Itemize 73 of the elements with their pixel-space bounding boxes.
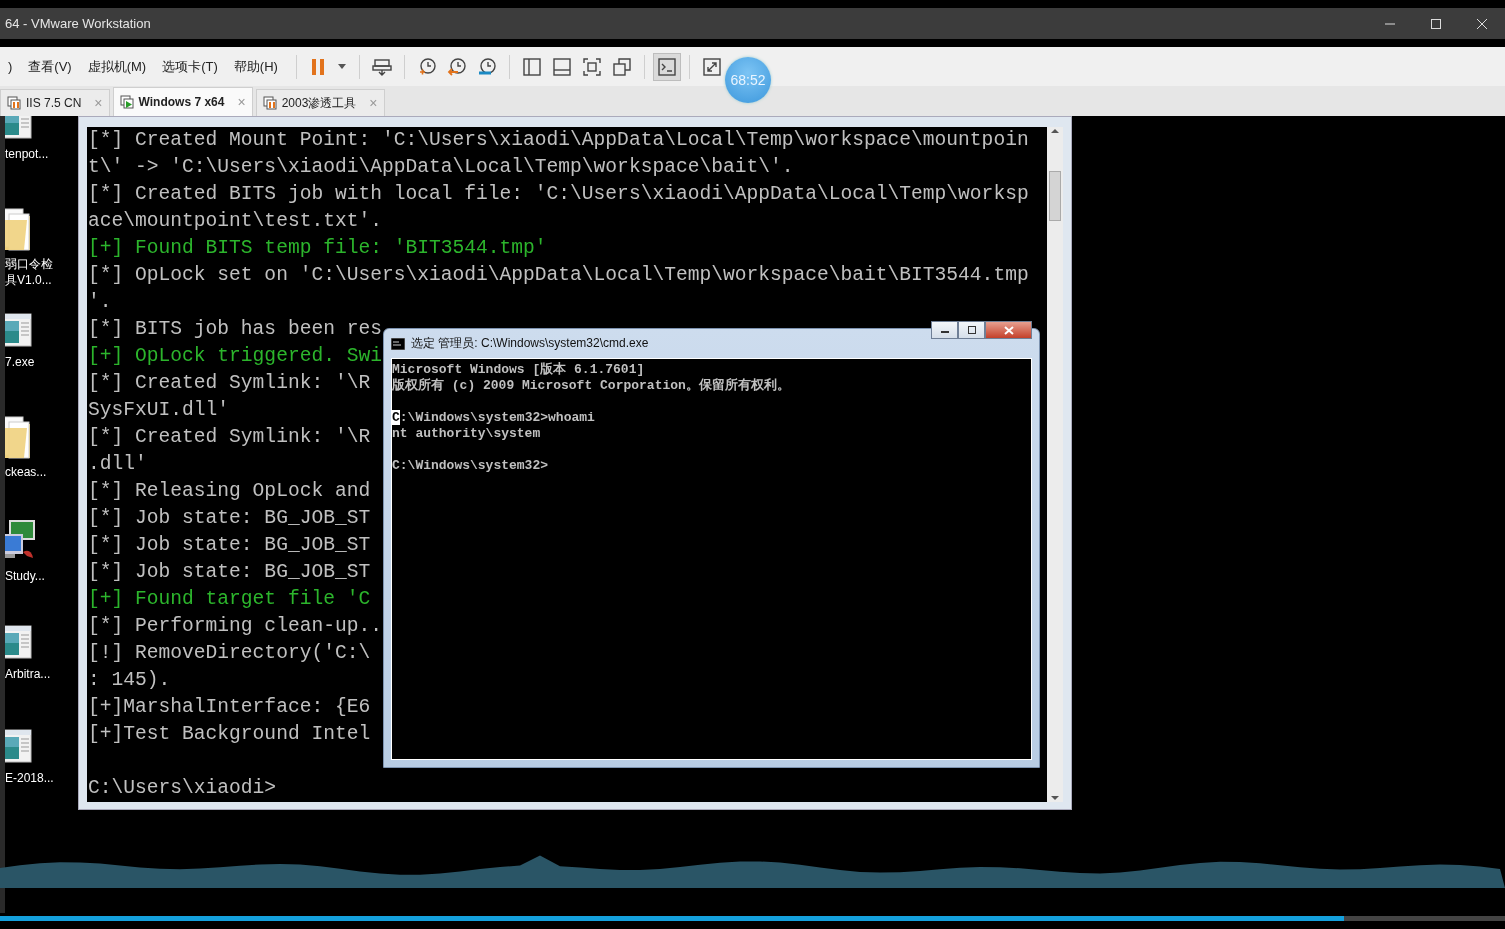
overlapping-windows-icon <box>611 56 632 77</box>
scroll-up-icon[interactable] <box>1050 127 1060 135</box>
clock-bar-icon <box>476 56 497 77</box>
console-line: [*] Created BITS job with local file: 'C:\Users\xiaodi\AppData\Local\Temp\worksp <box>88 183 1029 205</box>
vm-icon <box>262 96 277 110</box>
console-line: [!] RemoveDirectory('C:\ <box>88 642 371 664</box>
console-line: [*] Created Symlink: '\R <box>88 426 371 448</box>
console-line: [*] Releasing OpLock and <box>88 480 371 502</box>
console-line: 版权所有 (c) 2009 Microsoft Corporation。保留所有权利。 <box>392 378 790 393</box>
maximize-icon <box>966 326 977 334</box>
vm-tab[interactable]: IIS 7.5 CN × <box>0 89 110 116</box>
console-line: [+] Found BITS temp file: 'BIT3544.tmp' <box>88 237 547 259</box>
toolbar-button[interactable] <box>652 52 681 81</box>
desktop-icon-label[interactable]: E-2018... <box>5 770 54 786</box>
desktop-icon-label[interactable]: Arbitra... <box>5 666 51 682</box>
vm-icon <box>119 95 134 109</box>
scrollbar[interactable] <box>1047 127 1063 802</box>
console-line: : 145). <box>88 669 171 691</box>
terminal-icon <box>391 337 405 350</box>
console-line: [+] Found target file 'C <box>88 588 371 610</box>
console-line: C:\Users\xiaodi> <box>88 777 277 799</box>
window-title: 64 - VMware Workstation <box>5 16 152 31</box>
console-line: [*] Job state: BG_JOB_ST <box>88 507 371 529</box>
scroll-down-icon[interactable] <box>1050 794 1060 802</box>
console-line: C:\Windows\system32> <box>392 458 549 473</box>
scrollbar-thumb[interactable] <box>1049 171 1061 221</box>
console-line: ace\mountpoint\test.txt'. <box>88 210 382 232</box>
console-line: [*] BITS job has been res <box>88 318 382 340</box>
console-line: [*] Performing clean-up.. <box>88 615 382 637</box>
desktop-icon-label[interactable]: Study... <box>5 568 45 584</box>
console-line: '. <box>88 291 112 313</box>
menu-item[interactable]: 选项卡(T) <box>154 57 226 76</box>
close-button[interactable] <box>985 321 1032 339</box>
close-icon <box>1476 17 1488 30</box>
console-line: [+] OpLock triggered. Swi <box>88 345 382 367</box>
terminal-icon <box>656 56 677 77</box>
fullscreen-icon <box>581 56 602 77</box>
vm-icon <box>7 96 21 110</box>
clock-arrow-icon <box>446 56 467 77</box>
console-line: [*] Job state: BG_JOB_ST <box>88 561 371 583</box>
close-icon <box>1003 325 1014 335</box>
console-line: [*] Created Mount Point: 'C:\Users\xiaodi\AppData\Local\Temp\workspace\mountpoin <box>88 129 1029 151</box>
console-line: .dll' <box>88 453 147 475</box>
desktop-icon-label[interactable]: tenpot... <box>5 146 49 162</box>
resize-icon <box>701 56 722 77</box>
keyboard-arrow-icon <box>371 56 392 77</box>
console-line: [+]Test Background Intel <box>88 723 371 745</box>
console-line: [*] Job state: BG_JOB_ST <box>88 534 371 556</box>
vm-tab[interactable]: 2003渗透工具 × <box>255 89 385 116</box>
vm-tab[interactable]: Windows 7 x64 × <box>112 87 253 116</box>
sidebar-icon <box>521 56 542 77</box>
menu-item[interactable]: 查看(V) <box>20 57 80 76</box>
console-line: [*] Created Symlink: '\R <box>88 372 371 394</box>
maximize-button[interactable] <box>958 321 985 339</box>
window-title: 选定 管理员: C:\Windows\system32\cmd.exe <box>411 335 650 352</box>
caret-icon[interactable] <box>337 64 346 69</box>
maximize-icon <box>1430 17 1442 30</box>
progress-bar[interactable] <box>0 916 1505 921</box>
desktop-icon-label[interactable]: ckeas... <box>5 464 47 480</box>
panel-icon <box>551 56 572 77</box>
desktop-icon-label[interactable]: 弱口令检 具V1.0... <box>5 256 53 288</box>
console-line: [+]MarshalInterface: {E6 <box>88 696 371 718</box>
console-line: Microsoft Windows [版本 6.1.7601] <box>392 362 645 377</box>
console-line: nt authority\system <box>392 426 541 441</box>
minimize-button[interactable] <box>931 321 958 339</box>
menu-item[interactable]: 虚拟机(M) <box>79 57 155 76</box>
menu-item[interactable]: ) <box>0 59 21 74</box>
menu-item[interactable]: 帮助(H) <box>225 57 286 76</box>
console-line: SysFxUI.dll' <box>88 399 230 421</box>
desktop-icon-label[interactable]: 7.exe <box>5 354 35 370</box>
console-line: t\' -> 'C:\Users\xiaodi\AppData\Local\Temp\workspace\bait\'. <box>88 156 794 178</box>
timer-badge: 68:52 <box>725 57 771 103</box>
console-line: [*] OpLock set on 'C:\Users\xiaodi\AppData\Local\Temp\workspace\bait\BIT3544.tmp <box>88 264 1029 286</box>
